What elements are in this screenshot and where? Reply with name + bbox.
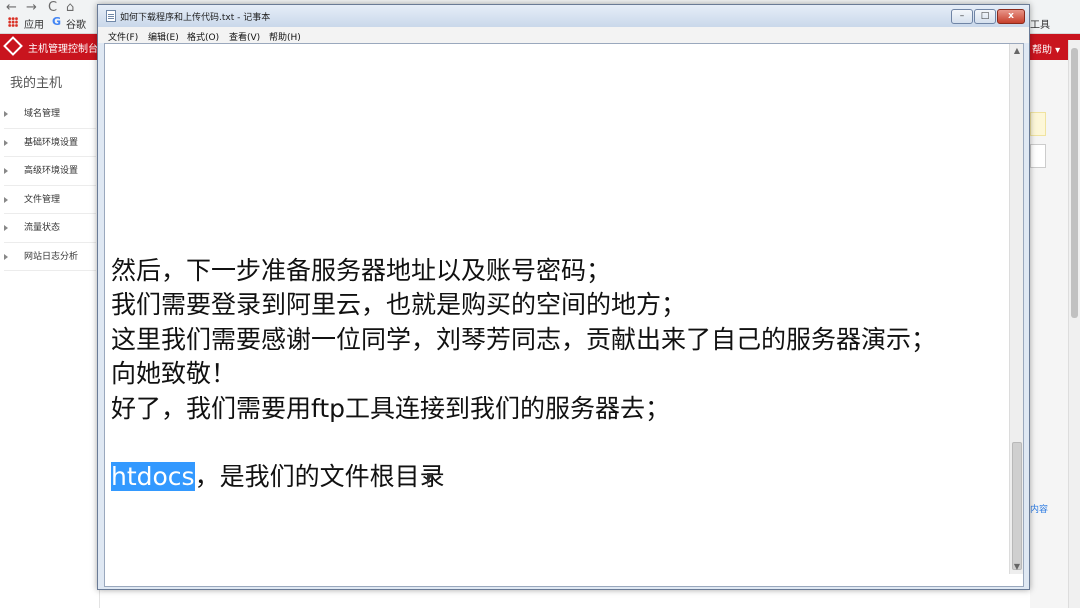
text-editor[interactable]: 然后，下一步准备服务器地址以及账号密码； 我们需要登录到阿里云，也就是购买的空间… [104,43,1024,587]
text-line: 然后，下一步准备服务器地址以及账号密码； [111,256,612,285]
chevron-right-icon [4,111,8,117]
tools-menu[interactable]: 工具 [1030,16,1050,31]
text-line: htdocs，是我们的文件根目录 [111,460,1001,494]
browser-scrollbar[interactable] [1068,40,1080,608]
chevron-right-icon [4,139,8,146]
chevron-right-icon [4,196,8,203]
sidebar-item-files[interactable]: 文件管理 [4,186,96,214]
menu-edit[interactable]: 编辑(E) [148,30,179,43]
minimize-icon[interactable]: – [951,9,973,24]
text-line: 向她致敬！ [111,359,237,389]
chevron-right-icon [4,225,8,231]
sidebar-item-logs[interactable]: 网站日志分析 [4,243,96,271]
bookmarks-bar: 应用 G 谷歌 [0,12,100,34]
my-host-title: 我的主机 [10,76,63,91]
console-title[interactable]: 主机管理控制台 [28,40,98,55]
notepad-titlebar[interactable]: 如何下载程序和上传代码.txt - 记事本 – □ x [98,5,1029,27]
maximize-icon[interactable]: □ [974,9,996,24]
scroll-up-icon[interactable]: ▲ [1010,44,1024,58]
window-title: 如何下载程序和上传代码.txt - 记事本 [120,13,271,23]
sidebar-item-advanced-env[interactable]: 高级环境设置 [4,157,96,186]
text-line [111,426,1001,460]
vertical-scrollbar[interactable]: ▲ ▼ [1009,44,1023,574]
sidebar-item-domain[interactable]: 域名管理 [4,100,96,129]
chevron-right-icon [4,253,8,260]
document-text: 然后，下一步准备服务器地址以及账号密码； 我们需要登录到阿里云，也就是购买的空间… [111,254,1001,495]
mouse-cursor-icon [426,473,439,487]
selected-text[interactable]: htdocs [111,462,195,492]
notepad-window: 如何下载程序和上传代码.txt - 记事本 – □ x 文件(F) 编辑(E) … [97,4,1030,590]
apps-grid-icon[interactable] [8,17,18,27]
menu-file[interactable]: 文件(F) [108,30,138,43]
browser-scrollbar-thumb[interactable] [1071,48,1078,318]
chevron-right-icon [4,168,8,174]
action-button[interactable] [1030,144,1046,168]
help-menu[interactable]: 帮助 ▾ [1032,41,1060,56]
sidebar-list: 域名管理 基础环境设置 高级环境设置 文件管理 流量状态 网站日志分析 [4,100,96,271]
close-icon[interactable]: x [997,9,1025,24]
google-icon: G [52,15,62,28]
notepad-icon [106,10,116,22]
console-logo-icon [3,36,23,56]
sidebar-item-traffic[interactable]: 流量状态 [4,214,96,243]
content-link[interactable]: 内容 [1030,502,1048,515]
notice-box [1030,112,1046,136]
scrollbar-thumb[interactable] [1012,442,1022,570]
text-line: 我们需要登录到阿里云，也就是购买的空间的地方； [111,290,687,320]
sidebar-item-basic-env[interactable]: 基础环境设置 [4,129,96,157]
menu-format[interactable]: 格式(O) [187,30,219,43]
menu-view[interactable]: 查看(V) [229,30,260,43]
scroll-down-icon[interactable]: ▼ [1010,560,1024,574]
menu-help[interactable]: 帮助(H) [269,30,301,43]
text-line: 好了，我们需要用ftp工具连接到我们的服务器去； [111,393,671,423]
menu-bar: 文件(F) 编辑(E) 格式(O) 查看(V) 帮助(H) [98,27,1029,43]
text-line: 这里我们需要感谢一位同学，刘琴芳同志，贡献出来了自己的服务器演示； [111,324,937,354]
text-rest: ，是我们的文件根目录 [194,462,445,492]
bookmark-google[interactable]: 谷歌 [66,16,86,31]
bookmark-apps[interactable]: 应用 [24,16,44,31]
console-sidebar: 我的主机 域名管理 基础环境设置 高级环境设置 文件管理 流量状态 网站日志分析 [0,60,100,608]
